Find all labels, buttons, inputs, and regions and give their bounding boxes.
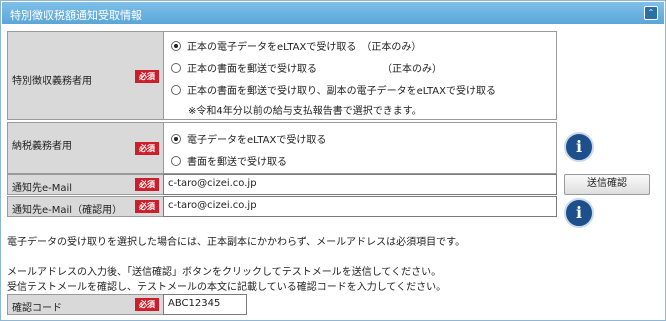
panel-title: 特別徴収税額通知受取情報 bbox=[10, 9, 142, 22]
email-info-icon[interactable]: i bbox=[564, 198, 594, 228]
message-enter-code: 受信テストメールを確認し、テストメールの本文に記載している確認コードを入力してく… bbox=[7, 282, 447, 293]
taxpayer-info-icon[interactable]: i bbox=[564, 132, 594, 162]
radio-unchecked-icon[interactable] bbox=[171, 85, 181, 95]
email-required-badge: 必須 bbox=[135, 178, 159, 191]
obligor-note: ※令和4年分以前の給与支払報告書で選択できます。 bbox=[188, 106, 422, 117]
email-confirm-label-cell: 通知先e-Mail（確認用） 必須 bbox=[7, 196, 164, 217]
email-confirm-label: 通知先e-Mail（確認用） bbox=[12, 205, 123, 216]
obligor-options-cell: 正本の電子データをeLTAXで受け取る （正本のみ） 正本の書面を郵送で受け取る… bbox=[163, 31, 557, 120]
email-confirm-input[interactable]: c-taro@cizei.co.jp bbox=[163, 196, 557, 217]
obligor-required-badge: 必須 bbox=[135, 70, 159, 83]
email-input[interactable]: c-taro@cizei.co.jp bbox=[163, 174, 557, 195]
message-email-required: 電子データの受け取りを選択した場合には、正本副本にかかわらず、メールアドレスは必… bbox=[7, 237, 466, 248]
confirm-code-required-badge: 必須 bbox=[135, 298, 159, 311]
email-label: 通知先e-Mail bbox=[12, 183, 73, 194]
obligor-option-paper[interactable]: 正本の書面を郵送で受け取る （正本のみ） bbox=[171, 60, 442, 75]
message-send-test: メールアドレスの入力後、「送信確認」ボタンをクリックしてテストメールを送信してく… bbox=[7, 267, 442, 278]
obligor-option-paper-and-electronic[interactable]: 正本の書面を郵送で受け取り、副本の電子データをeLTAXで受け取る bbox=[171, 82, 496, 97]
taxpayer-option-paper[interactable]: 書面を郵送で受け取る bbox=[171, 153, 287, 168]
option-label: 書面を郵送で受け取る bbox=[187, 157, 287, 168]
taxpayer-label: 納税義務者用 bbox=[12, 141, 72, 152]
email-confirm-required-badge: 必須 bbox=[135, 200, 159, 213]
taxpayer-option-electronic[interactable]: 電子データをeLTAXで受け取る bbox=[171, 131, 326, 146]
radio-checked-icon[interactable] bbox=[171, 41, 181, 51]
obligor-option-electronic[interactable]: 正本の電子データをeLTAXで受け取る （正本のみ） bbox=[171, 38, 421, 53]
collapse-icon[interactable]: ⌃ bbox=[644, 6, 658, 20]
radio-checked-icon[interactable] bbox=[171, 134, 181, 144]
radio-unchecked-icon[interactable] bbox=[171, 63, 181, 73]
option-label: 正本の書面を郵送で受け取り、副本の電子データをeLTAXで受け取る bbox=[187, 86, 496, 97]
confirm-code-input[interactable]: ABC12345 bbox=[163, 294, 247, 315]
option-label: 正本の電子データをeLTAXで受け取る （正本のみ） bbox=[187, 42, 422, 53]
tax-notice-panel: 特別徴収税額通知受取情報 ⌃ 特別徴収義務者用 必須 正本の電子データをeLTA… bbox=[0, 0, 666, 321]
taxpayer-label-cell: 納税義務者用 必須 bbox=[7, 122, 164, 174]
obligor-label-cell: 特別徴収義務者用 必須 bbox=[7, 31, 164, 120]
confirm-code-label: 確認コード bbox=[12, 303, 62, 314]
confirm-code-label-cell: 確認コード 必須 bbox=[7, 294, 164, 315]
option-label: 正本の書面を郵送で受け取る （正本のみ） bbox=[187, 64, 442, 75]
obligor-label: 特別徴収義務者用 bbox=[12, 76, 92, 87]
radio-unchecked-icon[interactable] bbox=[171, 156, 181, 166]
send-confirm-button[interactable]: 送信確認 bbox=[564, 174, 650, 195]
taxpayer-options-cell: 電子データをeLTAXで受け取る 書面を郵送で受け取る bbox=[163, 122, 557, 174]
email-label-cell: 通知先e-Mail 必須 bbox=[7, 174, 164, 195]
panel-title-bar: 特別徴収税額通知受取情報 ⌃ bbox=[2, 2, 664, 24]
taxpayer-required-badge: 必須 bbox=[135, 142, 159, 155]
option-label: 電子データをeLTAXで受け取る bbox=[187, 135, 327, 146]
